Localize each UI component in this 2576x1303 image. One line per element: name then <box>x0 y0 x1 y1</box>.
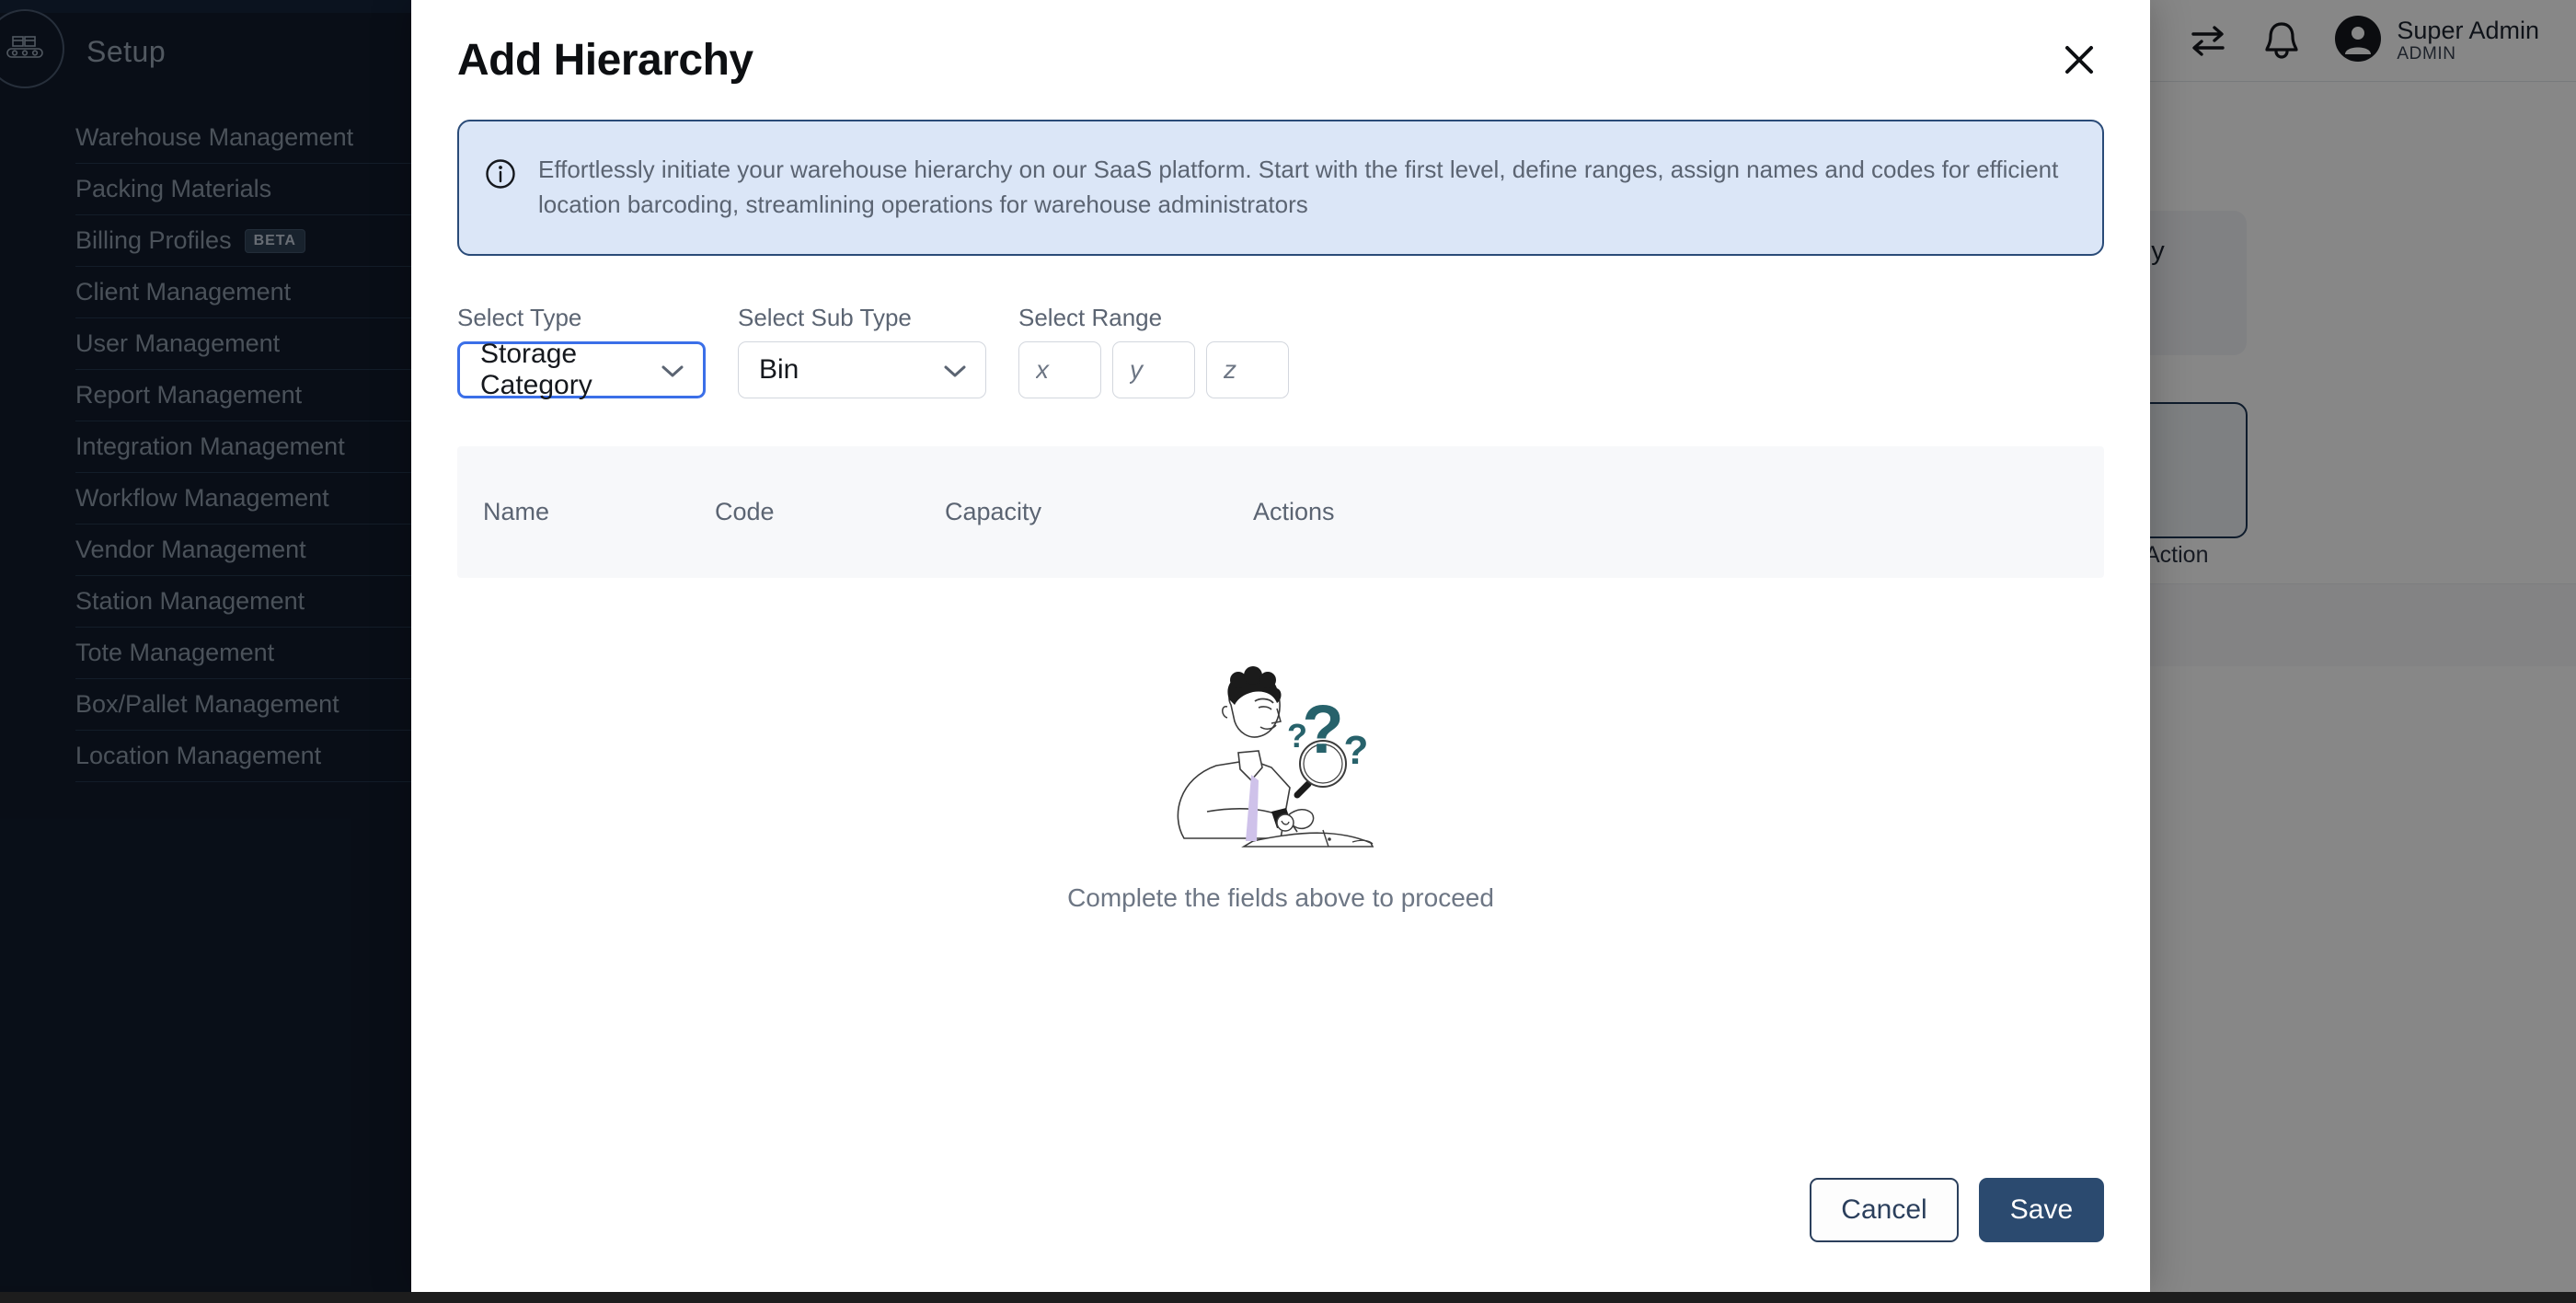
range-z-input[interactable] <box>1206 341 1289 398</box>
svg-text:?: ? <box>1344 728 1369 773</box>
select-type-dropdown[interactable]: Storage Category <box>457 341 706 398</box>
select-range-label: Select Range <box>1018 304 1289 332</box>
sidebar-item-label: Box/Pallet Management <box>75 690 339 719</box>
column-header-name: Name <box>457 498 715 526</box>
select-subtype-value: Bin <box>759 354 799 386</box>
select-subtype-label: Select Sub Type <box>738 304 986 332</box>
sidebar-item-warehouse-management[interactable]: Warehouse Management <box>75 112 411 164</box>
sidebar-item-label: Client Management <box>75 278 291 306</box>
person-with-magnifying-glass-icon: ? ? ? <box>1143 650 1419 852</box>
beta-badge: BETA <box>245 229 305 253</box>
os-taskbar <box>0 1292 2576 1303</box>
column-header-actions: Actions <box>1253 498 1529 526</box>
hierarchy-table: Name Code Capacity Actions <box>457 446 2104 913</box>
sidebar-brand-title: Setup <box>86 35 166 69</box>
select-subtype-field: Select Sub Type Bin <box>738 304 986 398</box>
range-inputs-group <box>1018 341 1289 398</box>
sidebar-item-label: Station Management <box>75 587 305 616</box>
chevron-down-icon <box>661 354 684 386</box>
select-subtype-dropdown[interactable]: Bin <box>738 341 986 398</box>
sidebar-item-label: Tote Management <box>75 639 274 667</box>
sidebar-item-label: Billing Profiles <box>75 226 232 255</box>
hierarchy-form-row: Select Type Storage Category Select Sub … <box>457 304 2104 398</box>
sidebar-item-client-management[interactable]: Client Management <box>75 267 411 318</box>
background-action-column-label: Action <box>2145 542 2208 569</box>
sidebar-item-label: Integration Management <box>75 432 345 461</box>
range-x-input[interactable] <box>1018 341 1101 398</box>
modal-footer: Cancel Save <box>411 1178 2150 1294</box>
sidebar-item-station-management[interactable]: Station Management <box>75 576 411 628</box>
sidebar-item-report-management[interactable]: Report Management <box>75 370 411 421</box>
sidebar-brand[interactable]: Setup <box>0 13 411 90</box>
info-circle-icon <box>485 158 516 194</box>
column-header-capacity: Capacity <box>945 498 1253 526</box>
sidebar-item-label: Packing Materials <box>75 175 271 203</box>
sidebar-item-tote-management[interactable]: Tote Management <box>75 628 411 679</box>
range-y-input[interactable] <box>1112 341 1195 398</box>
modal-header: Add Hierarchy <box>411 0 2150 120</box>
chevron-down-icon <box>943 354 967 386</box>
sidebar-item-vendor-management[interactable]: Vendor Management <box>75 525 411 576</box>
notification-bell-icon[interactable] <box>2260 19 2303 62</box>
sidebar-item-location-management[interactable]: Location Management <box>75 731 411 782</box>
select-range-field: Select Range <box>1018 304 1289 398</box>
info-banner-text: Effortlessly initiate your warehouse hie… <box>538 153 2075 222</box>
sidebar-item-packing-materials[interactable]: Packing Materials <box>75 164 411 215</box>
conveyor-belt-icon <box>0 9 64 88</box>
sidebar-nav-list: Warehouse Management Packing Materials B… <box>0 112 411 782</box>
sidebar-item-billing-profiles[interactable]: Billing Profiles BETA <box>75 215 411 267</box>
page-title: Add Hierarchy <box>457 35 753 86</box>
empty-state-text: Complete the fields above to proceed <box>1067 883 1494 913</box>
sidebar-item-label: Workflow Management <box>75 484 329 513</box>
select-type-label: Select Type <box>457 304 706 332</box>
sidebar-item-label: Location Management <box>75 742 321 770</box>
user-profile[interactable]: Super Admin ADMIN <box>2334 15 2539 67</box>
sidebar-item-label: Report Management <box>75 381 302 409</box>
user-name: Super Admin <box>2397 17 2539 44</box>
sidebar-item-label: User Management <box>75 329 280 358</box>
user-avatar-icon <box>2334 15 2382 67</box>
sidebar-top-strip <box>0 0 411 13</box>
select-type-field: Select Type Storage Category <box>457 304 706 398</box>
column-header-code: Code <box>715 498 945 526</box>
info-banner: Effortlessly initiate your warehouse hie… <box>457 120 2104 256</box>
sidebar: Setup Warehouse Management Packing Mater… <box>0 0 411 1303</box>
svg-text:?: ? <box>1287 717 1307 755</box>
user-role: ADMIN <box>2397 44 2539 63</box>
table-header-row: Name Code Capacity Actions <box>457 446 2104 578</box>
close-icon[interactable] <box>2054 35 2104 85</box>
add-hierarchy-modal: Add Hierarchy Effortlessly initiate your… <box>411 0 2150 1294</box>
transfer-arrows-icon[interactable] <box>2187 19 2229 62</box>
sidebar-item-integration-management[interactable]: Integration Management <box>75 421 411 473</box>
select-type-value: Storage Category <box>480 339 661 401</box>
sidebar-item-user-management[interactable]: User Management <box>75 318 411 370</box>
sidebar-item-box-pallet-management[interactable]: Box/Pallet Management <box>75 679 411 731</box>
save-button[interactable]: Save <box>1979 1178 2104 1242</box>
cancel-button[interactable]: Cancel <box>1810 1178 1959 1242</box>
modal-body: Effortlessly initiate your warehouse hie… <box>411 120 2150 1178</box>
empty-state: ? ? ? Complete the fields above to proce… <box>457 650 2104 913</box>
sidebar-item-workflow-management[interactable]: Workflow Management <box>75 473 411 525</box>
svg-text:?: ? <box>1302 691 1343 767</box>
sidebar-item-label: Vendor Management <box>75 536 306 564</box>
sidebar-item-label: Warehouse Management <box>75 123 353 152</box>
